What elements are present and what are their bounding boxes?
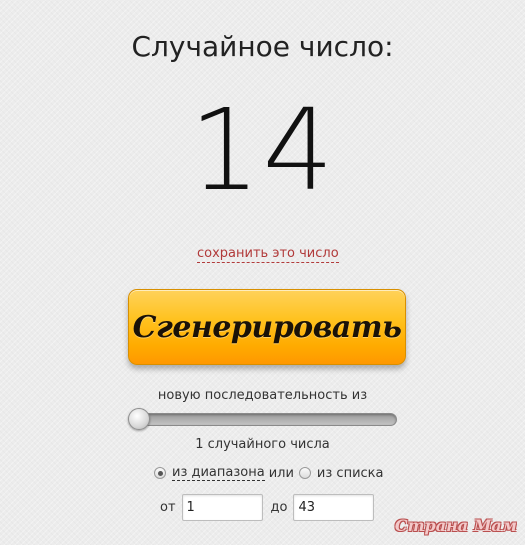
list-radio[interactable]	[298, 467, 311, 479]
random-number-display: 14	[189, 86, 336, 216]
to-input[interactable]	[293, 494, 375, 521]
from-label: от	[160, 500, 176, 515]
count-label: 1 случайного числа	[195, 437, 330, 452]
from-input[interactable]	[181, 494, 263, 521]
page-title: Случайное число:	[131, 30, 394, 63]
generate-button-label: Сгенерировать	[132, 309, 402, 345]
range-option-label[interactable]: из диапазона	[172, 465, 265, 481]
list-option-label[interactable]: из списка	[317, 466, 384, 481]
sequence-label: новую последовательность из	[157, 388, 368, 403]
save-number-link[interactable]: сохранить это число	[197, 246, 339, 263]
source-mode-selector: из диапазона или из списка	[154, 464, 383, 482]
watermark-logo: Страна Мам	[394, 516, 517, 535]
range-radio[interactable]	[154, 467, 166, 479]
count-slider-handle[interactable]	[128, 408, 150, 430]
to-label: до	[270, 500, 288, 515]
range-inputs: от до	[160, 494, 375, 521]
count-slider-track[interactable]	[131, 413, 397, 426]
or-label: или	[268, 465, 294, 481]
generate-button[interactable]: Сгенерировать	[128, 289, 406, 365]
